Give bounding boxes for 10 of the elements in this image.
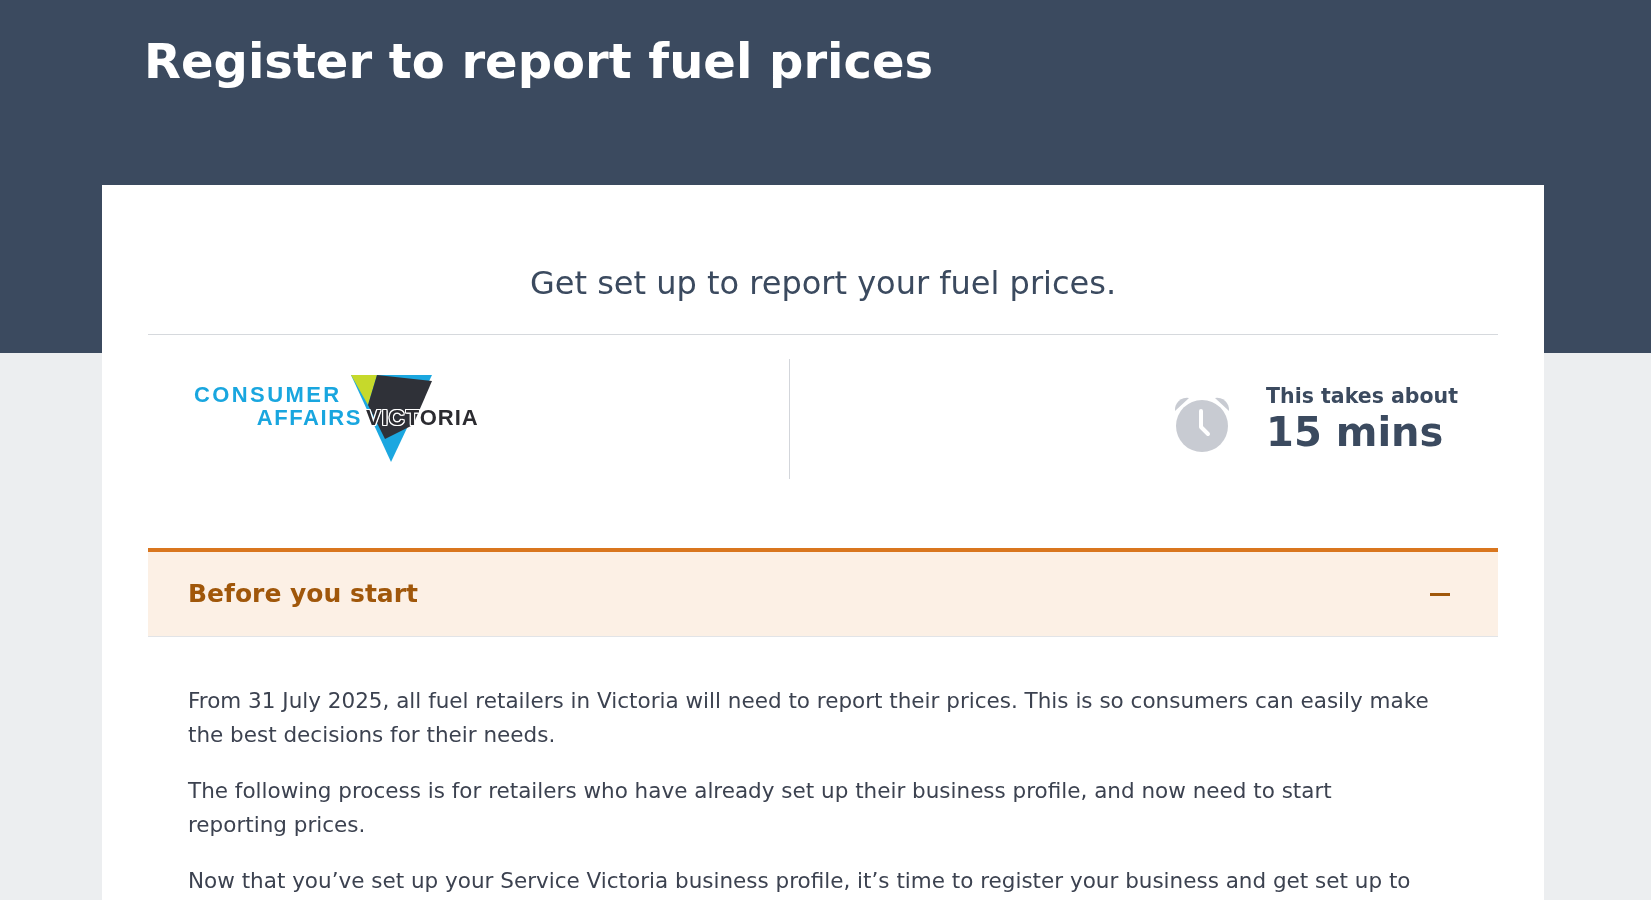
body-paragraph: Now that you’ve set up your Service Victoria business profile, it’s time to register your business and get set up to — [188, 867, 1412, 895]
body-paragraph: From 31 July 2025, all fuel retailers in Victoria will need to report their prices. This is so consumers can easily make the best decisions for their needs. — [188, 687, 1430, 749]
logo-text: CONSUMER — [194, 383, 342, 406]
page-title: Register to report fuel prices — [144, 32, 934, 90]
duration-value: 15 mins — [1266, 409, 1445, 455]
body-paragraph: The following process is for retailers who have already set up their business profile, and now need to start reporting prices. — [188, 777, 1333, 839]
subtitle: Get set up to report your fuel prices. — [529, 263, 1117, 304]
duration-label: This takes about — [1266, 383, 1458, 409]
accordion-header[interactable]: Before you start — [148, 548, 1498, 637]
logo-text: AFFAIRS — [256, 406, 362, 429]
